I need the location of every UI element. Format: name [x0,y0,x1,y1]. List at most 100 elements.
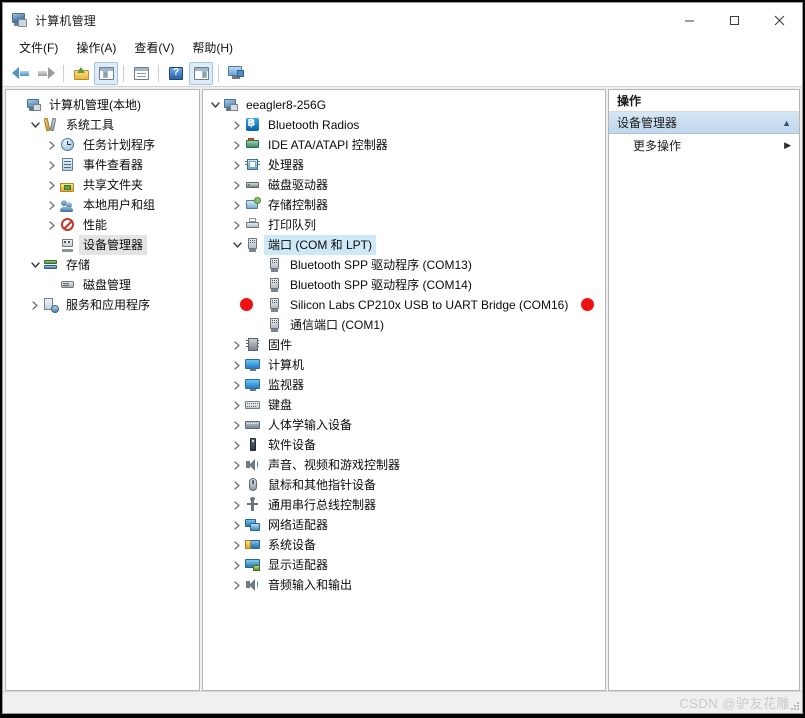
chevron-right-icon[interactable] [229,157,245,173]
device-tree-item[interactable]: 网络适配器 [203,515,605,535]
chevron-right-icon[interactable] [229,417,245,433]
chevron-right-icon[interactable] [229,197,245,213]
properties-button[interactable] [129,62,153,85]
device-tree-item[interactable]: 键盘 [203,395,605,415]
device-tree-item[interactable]: 端口 (COM 和 LPT) [203,235,605,255]
device-tree-item[interactable]: 监视器 [203,375,605,395]
device-tree-item[interactable]: 音频输入和输出 [203,575,605,595]
up-one-level-button[interactable] [69,62,93,85]
chevron-right-icon[interactable] [44,157,60,173]
device-tree-item[interactable]: 系统设备 [203,535,605,555]
device-tree-item[interactable]: 存储控制器 [203,195,605,215]
console-tree-item[interactable]: 存储 [6,255,199,275]
back-button[interactable] [9,62,33,85]
device-tree-item[interactable]: 通用串行总线控制器 [203,495,605,515]
console-tree-item[interactable]: 共享文件夹 [6,175,199,195]
maximize-button[interactable] [712,3,757,37]
device-tree-item[interactable]: Bluetooth SPP 驱动程序 (COM13) [203,255,605,275]
menu-view[interactable]: 查看(V) [126,39,182,58]
chevron-right-icon[interactable] [229,377,245,393]
device-tree-item[interactable]: 通信端口 (COM1) [203,315,605,335]
device-tree-label: 键盘 [268,398,293,412]
action-more-actions[interactable]: 更多操作 ▶ [609,134,799,156]
device-tree-pane[interactable]: eeagler8-256G ฿ Bluetooth Radios IDE ATA/AT… [202,89,606,691]
console-tree-item[interactable]: 性能 [6,215,199,235]
console-tree-pane[interactable]: 计算机管理(本地) 系统工具 任务计划程序 事件查看器 共享文件夹 本地用户和组 性能 设备管… [5,89,200,691]
console-tree-item[interactable]: 磁盘管理 [6,275,199,295]
chevron-right-icon[interactable] [229,497,245,513]
chevron-down-icon[interactable] [207,97,223,113]
chevron-right-icon[interactable] [229,357,245,373]
console-tree-item[interactable]: 设备管理器 [6,235,199,255]
collapse-caret-icon[interactable]: ▲ [782,118,791,128]
device-tree-item[interactable]: 鼠标和其他指针设备 [203,475,605,495]
scan-hardware-changes-button[interactable] [224,62,248,85]
highlight-marker-right [581,298,594,311]
chevron-right-icon[interactable] [229,437,245,453]
device-tree-item[interactable]: 显示适配器 [203,555,605,575]
chevron-right-icon[interactable] [229,477,245,493]
chevron-right-icon[interactable] [229,137,245,153]
port-icon [267,317,283,333]
device-tree-item[interactable]: 人体学输入设备 [203,415,605,435]
device-tree-item[interactable]: 磁盘驱动器 [203,175,605,195]
chevron-right-icon[interactable] [229,397,245,413]
device-tree-item[interactable]: 软件设备 [203,435,605,455]
chevron-right-icon[interactable] [229,217,245,233]
console-tree-item[interactable]: 服务和应用程序 [6,295,199,315]
chevron-right-icon[interactable] [229,177,245,193]
audio-io-icon [245,577,261,593]
actions-pane[interactable]: 操作 设备管理器 ▲ 更多操作 ▶ [608,89,800,691]
chevron-right-icon[interactable] [229,577,245,593]
help-question-icon: ? [169,66,183,80]
chevron-right-icon[interactable] [229,517,245,533]
device-tree-item[interactable]: IDE ATA/ATAPI 控制器 [203,135,605,155]
device-tree-item[interactable]: 声音、视频和游戏控制器 [203,455,605,475]
close-button[interactable] [757,3,802,37]
forward-arrow-icon [37,66,55,80]
chevron-down-icon[interactable] [229,237,245,253]
console-tree-item[interactable]: 事件查看器 [6,155,199,175]
device-tree-item[interactable]: 处理器 [203,155,605,175]
menu-help[interactable]: 帮助(H) [184,39,241,58]
chevron-right-icon[interactable] [229,337,245,353]
menu-file[interactable]: 文件(F) [11,39,66,58]
highlight-marker-left [240,298,253,311]
show-hide-console-tree-button[interactable] [94,61,118,85]
show-hide-action-pane-button[interactable] [189,61,213,85]
bluetooth-icon: ฿ [245,117,261,133]
chevron-down-icon[interactable] [27,257,43,273]
device-tree-item[interactable]: eeagler8-256G [203,95,605,115]
shared-folder-icon [60,177,76,193]
help-button[interactable]: ? [164,62,188,85]
menu-action[interactable]: 操作(A) [68,39,124,58]
chevron-right-icon[interactable] [44,217,60,233]
chevron-right-icon[interactable] [44,137,60,153]
chevron-right-icon[interactable] [44,197,60,213]
chevron-right-icon[interactable] [229,537,245,553]
forward-button[interactable] [34,62,58,85]
chevron-right-icon[interactable] [229,117,245,133]
device-tree-item[interactable]: Bluetooth SPP 驱动程序 (COM14) [203,275,605,295]
console-tree-item[interactable]: 任务计划程序 [6,135,199,155]
console-tree-item[interactable]: 本地用户和组 [6,195,199,215]
device-tree-label: 磁盘驱动器 [268,178,329,192]
chevron-right-icon[interactable] [27,297,43,313]
chevron-right-icon[interactable] [44,177,60,193]
device-tree-label: eeagler8-256G [246,98,327,112]
device-tree-item[interactable]: 固件 [203,335,605,355]
actions-group-device-manager[interactable]: 设备管理器 ▲ [609,112,799,134]
minimize-button[interactable] [667,3,712,37]
device-tree-item[interactable]: 计算机 [203,355,605,375]
device-tree: eeagler8-256G ฿ Bluetooth Radios IDE ATA/AT… [203,90,605,595]
resize-grip-icon[interactable] [788,699,800,711]
chevron-right-icon[interactable] [229,557,245,573]
device-tree-item[interactable]: ฿ Bluetooth Radios [203,115,605,135]
chevron-right-icon[interactable] [229,457,245,473]
console-tree-item[interactable]: 计算机管理(本地) [6,95,199,115]
chevron-down-icon[interactable] [27,117,43,133]
console-tree-item[interactable]: 系统工具 [6,115,199,135]
device-tree-item[interactable]: Silicon Labs CP210x USB to UART Bridge (… [203,295,605,315]
toolbar-separator-3 [158,64,159,82]
device-tree-item[interactable]: 打印队列 [203,215,605,235]
